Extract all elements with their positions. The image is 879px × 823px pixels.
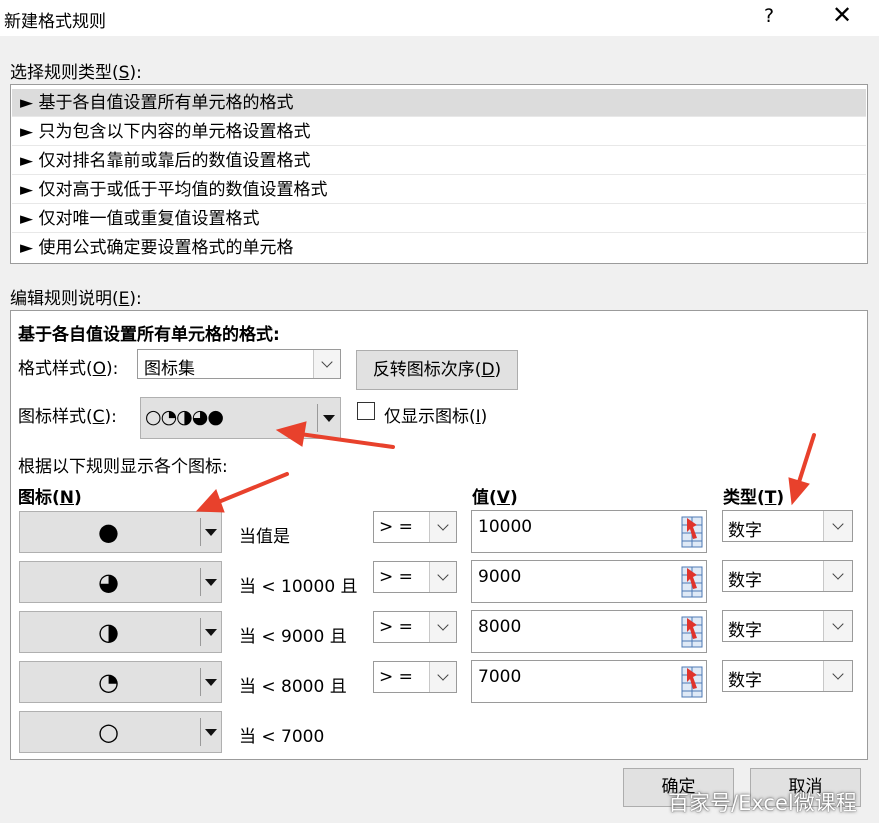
column-header-type: 类型(T) xyxy=(723,488,785,508)
reverse-icon-order-button[interactable]: 反转图标次序(D) xyxy=(356,350,518,390)
rule-type-item[interactable]: ► 只为包含以下内容的单元格设置格式 xyxy=(12,118,866,146)
chevron-down-icon xyxy=(429,662,456,692)
format-style-value: 图标集 xyxy=(144,359,195,379)
dialog-title: 新建格式规则 xyxy=(4,12,106,32)
column-header-value: 值(V) xyxy=(472,488,518,508)
icon-select-row-3[interactable]: ◑ xyxy=(19,611,222,653)
format-style-select[interactable]: 图标集 xyxy=(137,349,341,379)
chevron-down-icon xyxy=(429,512,456,542)
full-circle-icon: ● xyxy=(98,518,119,546)
operator-select-row-4[interactable]: > = xyxy=(373,661,457,693)
icon-style-select[interactable]: ○◔◑◕● xyxy=(140,397,341,439)
chevron-down-icon xyxy=(823,561,852,591)
rule-type-list[interactable]: ► 基于各自值设置所有单元格的格式 ► 只为包含以下内容的单元格设置格式 ► 仅… xyxy=(10,84,868,264)
edit-rule-label: 编辑规则说明(E): xyxy=(10,289,142,309)
three-quarter-circle-icon: ◕ xyxy=(98,568,119,596)
operator-select-row-1[interactable]: > = xyxy=(373,511,457,543)
value-input-row-1[interactable]: 10000 xyxy=(471,510,707,553)
format-style-label: 格式样式(O): xyxy=(18,359,119,379)
dropdown-arrow-icon xyxy=(323,415,335,422)
rule-type-item[interactable]: ► 基于各自值设置所有单元格的格式 xyxy=(12,89,866,117)
watermark-text: 百家号/Excel微课程 xyxy=(668,791,857,815)
condition-label-row-1: 当值是 xyxy=(239,527,290,547)
value-input-row-4[interactable]: 7000 xyxy=(471,660,707,703)
icon-select-row-4[interactable]: ◔ xyxy=(19,661,222,703)
operator-select-row-2[interactable]: > = xyxy=(373,561,457,593)
close-button[interactable]: ✕ xyxy=(832,3,852,27)
type-select-row-2[interactable]: 数字 xyxy=(722,560,853,592)
show-icon-only-label: 仅显示图标(I) xyxy=(384,407,488,427)
icon-select-row-1[interactable]: ● xyxy=(19,511,222,553)
cell-picker-icon[interactable] xyxy=(680,514,704,550)
quarter-circle-icon: ◔ xyxy=(98,668,119,696)
type-select-row-1[interactable]: 数字 xyxy=(722,510,853,542)
icon-set-preview: ○◔◑◕● xyxy=(145,406,224,428)
dropdown-arrow-icon xyxy=(205,629,217,636)
type-select-row-3[interactable]: 数字 xyxy=(722,610,853,642)
chevron-down-icon xyxy=(823,661,852,691)
chevron-down-icon xyxy=(313,350,340,378)
show-icon-only-checkbox[interactable] xyxy=(357,402,375,420)
rule-type-item[interactable]: ► 仅对唯一值或重复值设置格式 xyxy=(12,205,866,233)
condition-label-row-2: 当 < 10000 且 xyxy=(239,577,358,597)
help-button[interactable]: ? xyxy=(764,5,774,27)
rule-type-item[interactable]: ► 使用公式确定要设置格式的单元格 xyxy=(12,234,866,262)
chevron-down-icon xyxy=(823,611,852,641)
chevron-down-icon xyxy=(429,612,456,642)
icon-style-label: 图标样式(C): xyxy=(18,407,117,427)
cell-picker-icon[interactable] xyxy=(680,614,704,650)
cell-picker-icon[interactable] xyxy=(680,664,704,700)
chevron-down-icon xyxy=(429,562,456,592)
icon-select-row-5[interactable]: ○ xyxy=(19,711,222,753)
icon-select-row-2[interactable]: ◕ xyxy=(19,561,222,603)
condition-label-row-5: 当 < 7000 xyxy=(239,727,325,747)
dropdown-arrow-icon xyxy=(205,529,217,536)
type-select-row-4[interactable]: 数字 xyxy=(722,660,853,692)
rule-type-item[interactable]: ► 仅对排名靠前或靠后的数值设置格式 xyxy=(12,147,866,175)
half-circle-icon: ◑ xyxy=(98,618,119,646)
rule-type-item[interactable]: ► 仅对高于或低于平均值的数值设置格式 xyxy=(12,176,866,204)
empty-circle-icon: ○ xyxy=(98,718,119,746)
dropdown-arrow-icon xyxy=(205,679,217,686)
value-input-row-3[interactable]: 8000 xyxy=(471,610,707,653)
dropdown-arrow-icon xyxy=(205,729,217,736)
operator-select-row-3[interactable]: > = xyxy=(373,611,457,643)
rules-caption: 根据以下规则显示各个图标: xyxy=(18,457,228,477)
value-input-row-2[interactable]: 9000 xyxy=(471,560,707,603)
condition-label-row-4: 当 < 8000 且 xyxy=(239,677,347,697)
title-bar xyxy=(0,0,879,36)
rule-type-label: 选择规则类型(S): xyxy=(10,63,142,83)
cell-picker-icon[interactable] xyxy=(680,564,704,600)
dropdown-arrow-icon xyxy=(205,579,217,586)
edit-heading: 基于各自值设置所有单元格的格式: xyxy=(18,325,280,345)
condition-label-row-3: 当 < 9000 且 xyxy=(239,627,347,647)
chevron-down-icon xyxy=(823,511,852,541)
column-header-icon: 图标(N) xyxy=(18,488,82,508)
